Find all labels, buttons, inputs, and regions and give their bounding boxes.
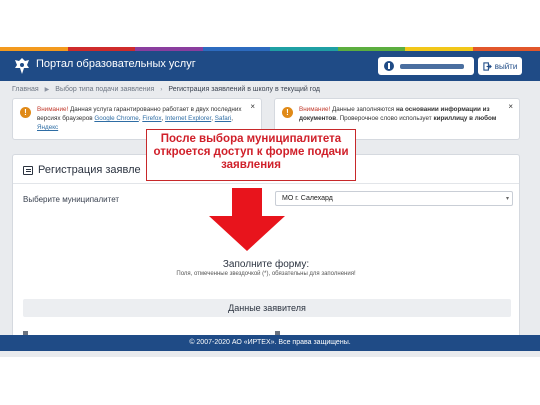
browser-link-yandex[interactable]: Яндекс <box>37 124 58 131</box>
browser-link-firefox[interactable]: Firefox <box>142 115 161 122</box>
browser-link-safari[interactable]: Safari <box>215 115 231 122</box>
user-info-icon <box>384 61 394 71</box>
form-heading: Заполните форму: <box>222 259 310 270</box>
coat-of-arms-icon[interactable] <box>12 56 32 76</box>
breadcrumb-home[interactable]: Главная <box>12 86 39 93</box>
breadcrumb: Главная ▶ Выбор типа подачи заявления › … <box>12 86 320 93</box>
breadcrumb-separator-icon: ▶ <box>44 87 50 93</box>
warning-icon: ! <box>20 107 31 118</box>
alert-attention: Внимание! <box>37 106 69 113</box>
municipality-label: Выберите муниципалитет <box>23 195 120 204</box>
form-icon <box>23 165 33 175</box>
municipality-value: МО г. Салехард <box>282 195 333 202</box>
close-icon[interactable]: × <box>250 102 255 111</box>
divider <box>13 183 519 184</box>
alert-text: Данная услуга гарантированно работает в … <box>37 106 242 122</box>
chevron-down-icon: ▾ <box>505 196 509 202</box>
applicant-data-section[interactable]: Данные заявителя <box>23 299 511 317</box>
browser-link-chrome[interactable]: Google Chrome <box>94 115 138 122</box>
user-info-button[interactable] <box>378 57 474 75</box>
portal-title[interactable]: Портал образовательных услуг <box>36 58 196 70</box>
logout-button[interactable]: выйти <box>478 57 522 75</box>
breadcrumb-separator-icon: › <box>160 86 163 93</box>
annotation-arrow-icon <box>209 188 285 251</box>
alert-attention: Внимание! <box>299 106 331 113</box>
warning-icon: ! <box>282 107 293 118</box>
close-icon[interactable]: × <box>508 102 513 111</box>
user-name-redacted <box>400 63 464 69</box>
required-fields-note: Поля, отмеченные звездочкой (*), обязате… <box>176 271 356 277</box>
annotation-callout: После выбора муниципалитета откроется до… <box>146 129 356 181</box>
municipality-select[interactable]: МО г. Салехард ▾ <box>275 191 513 206</box>
logout-label: выйти <box>494 61 518 71</box>
alert-text: Данные заполняются <box>330 106 396 113</box>
browser-link-ie[interactable]: Internet Explorer <box>165 115 211 122</box>
breadcrumb-current: Регистрация заявлений в школу в текущий … <box>168 86 321 93</box>
logout-icon <box>483 61 492 71</box>
panel-title-text: Регистрация заявле <box>38 164 141 176</box>
top-header: Портал образовательных услуг выйти <box>0 51 540 81</box>
breadcrumb-submission-type[interactable]: Выбор типа подачи заявления <box>55 86 154 93</box>
alert-text-2: . Проверочное слово использует <box>336 115 434 122</box>
footer-copyright: © 2007-2020 АО «ИРТЕХ». Все права защище… <box>0 335 540 351</box>
panel-title: Регистрация заявле <box>23 164 141 176</box>
alert-bold-cyrillic: кириллицу в любом <box>433 115 497 122</box>
